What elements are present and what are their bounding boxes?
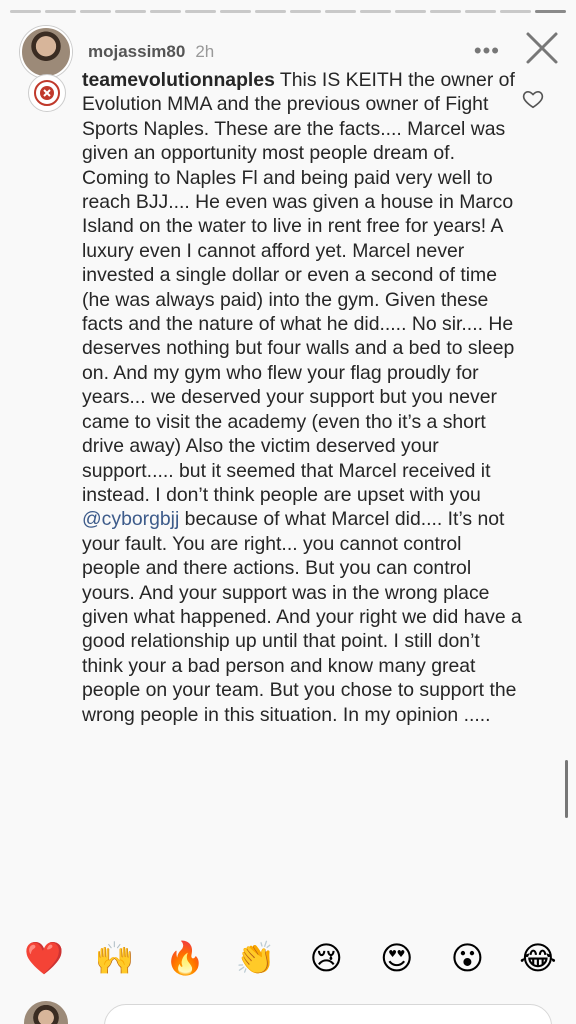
- comment-body-part2: because of what Marcel did.... It’s not …: [82, 508, 522, 726]
- comment-mention[interactable]: @cyborgbjj: [82, 508, 179, 530]
- reply-input[interactable]: [104, 1004, 552, 1024]
- reaction-button[interactable]: 🔥: [163, 936, 207, 980]
- comment-avatar[interactable]: [28, 74, 66, 112]
- reaction-button[interactable]: 😢: [304, 936, 348, 980]
- story-progress-segment: [255, 10, 286, 13]
- reaction-button[interactable]: 😍: [375, 936, 419, 980]
- reaction-button[interactable]: 😂: [516, 936, 560, 980]
- reply-bar: [0, 1000, 576, 1024]
- story-progress-segment: [465, 10, 496, 13]
- close-button[interactable]: [520, 26, 564, 70]
- story-time: 2h: [195, 42, 215, 61]
- reaction-button[interactable]: ❤️: [22, 936, 66, 980]
- reaction-button[interactable]: 😮: [445, 936, 489, 980]
- quick-reactions: ❤️ 🙌 🔥 👏 😢 😍 😮 😂: [22, 936, 560, 980]
- team-logo-icon: [34, 80, 60, 106]
- story-progress-segment: [290, 10, 321, 13]
- reaction-button[interactable]: 🙌: [93, 936, 137, 980]
- story-progress-segment: [45, 10, 76, 13]
- comment-text: teamevolutionnaples This IS KEITH the ow…: [82, 68, 522, 727]
- story-progress-segment: [500, 10, 531, 13]
- viewer-avatar: [24, 1001, 68, 1024]
- story-progress-segment: [395, 10, 426, 13]
- story-progress: [10, 10, 566, 13]
- scrollbar[interactable]: [565, 760, 568, 818]
- heart-outline-icon: [522, 91, 544, 109]
- close-icon: [526, 32, 558, 64]
- like-button[interactable]: [522, 88, 544, 110]
- reaction-button[interactable]: 👏: [234, 936, 278, 980]
- story-progress-segment: [220, 10, 251, 13]
- story-progress-segment: [430, 10, 461, 13]
- story-username[interactable]: mojassim80: [88, 42, 185, 62]
- story-progress-segment: [10, 10, 41, 13]
- comment-body-part1: This IS KEITH the owner of Evolution MMA…: [82, 69, 515, 506]
- story-progress-segment: [185, 10, 216, 13]
- story-progress-segment: [325, 10, 356, 13]
- story-progress-segment: [360, 10, 391, 13]
- more-options-button[interactable]: •••: [474, 38, 500, 64]
- story-progress-segment: [150, 10, 181, 13]
- story-progress-segment: [535, 10, 566, 13]
- comment-username[interactable]: teamevolutionnaples: [82, 69, 275, 91]
- story-screen: mojassim80 2h ••• teamevolutionnaples Th…: [0, 0, 576, 1024]
- story-progress-segment: [80, 10, 111, 13]
- story-avatar[interactable]: [20, 26, 72, 78]
- story-progress-segment: [115, 10, 146, 13]
